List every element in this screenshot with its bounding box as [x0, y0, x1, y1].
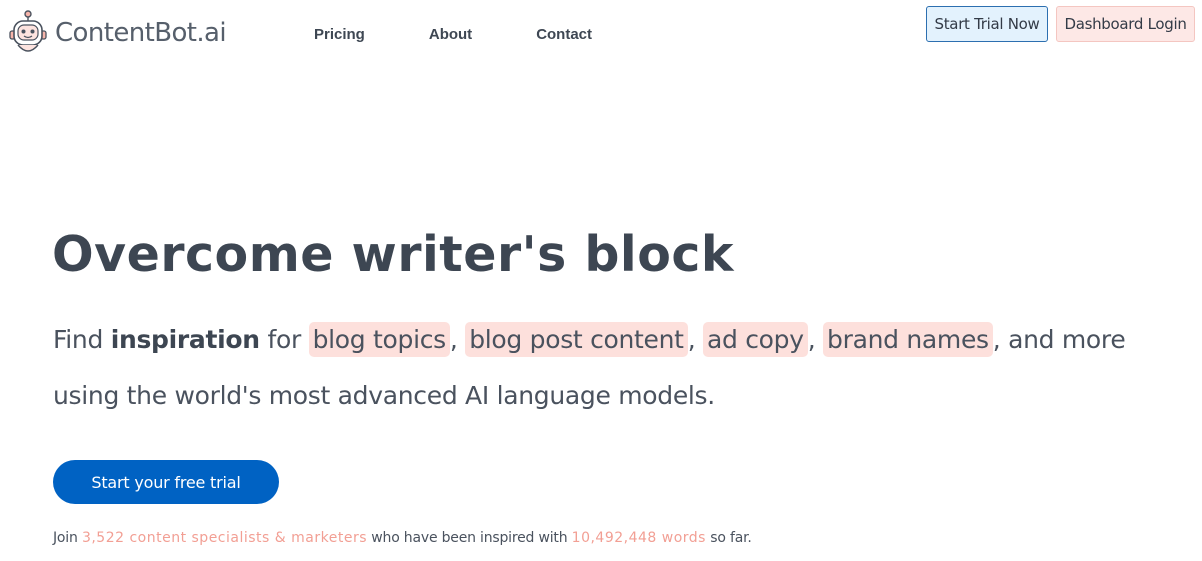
hero-subtitle: Find inspiration for blog topics, blog p…: [53, 312, 1183, 424]
subtitle-find: Find: [53, 325, 104, 354]
nav-about-link[interactable]: About: [429, 26, 472, 43]
stats-suffix: so far.: [710, 530, 752, 546]
usage-stats: Join 3,522 content specialists & markete…: [53, 530, 752, 546]
stats-prefix: Join: [53, 530, 78, 546]
free-trial-cta-button[interactable]: Start your free trial: [53, 460, 279, 504]
highlight-brand-names: brand names: [823, 322, 993, 357]
highlight-blog-topics: blog topics: [308, 322, 450, 357]
brand-name: ContentBot.ai: [55, 18, 227, 48]
stats-middle: who have been inspired with: [371, 530, 568, 546]
main-nav: Pricing About Contact: [314, 26, 592, 43]
highlight-blog-post-content: blog post content: [465, 322, 688, 357]
nav-contact-link[interactable]: Contact: [536, 26, 592, 43]
dashboard-login-button[interactable]: Dashboard Login: [1056, 6, 1195, 42]
robot-icon: [9, 10, 47, 52]
stats-words: 10,492,448 words: [571, 530, 706, 546]
hero-title: Overcome writer's block: [52, 226, 734, 283]
nav-pricing-link[interactable]: Pricing: [314, 26, 365, 43]
subtitle-inspiration: inspiration: [110, 325, 260, 354]
subtitle-for: for: [267, 325, 301, 354]
stats-specialists: 3,522 content specialists & marketers: [81, 530, 367, 546]
brand-logo[interactable]: ContentBot.ai: [8, 9, 227, 57]
highlight-ad-copy: ad copy: [702, 322, 808, 357]
start-trial-button[interactable]: Start Trial Now: [926, 6, 1048, 42]
